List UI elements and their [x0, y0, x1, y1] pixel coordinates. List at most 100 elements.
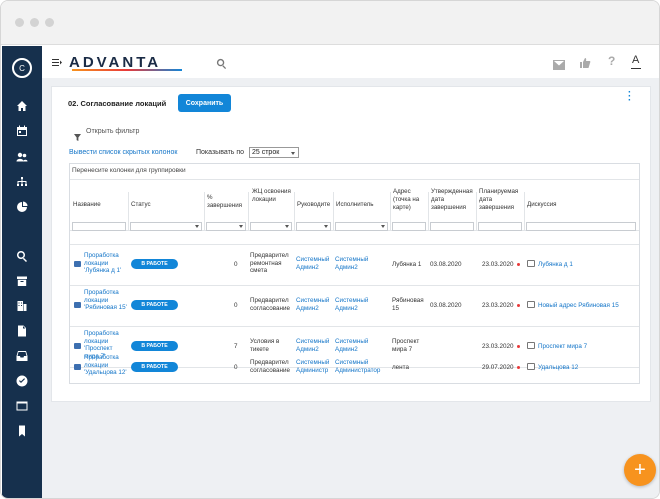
status-badge[interactable]: В РАБОТЕ: [131, 362, 178, 372]
rows-per-page-select[interactable]: 25 строк: [249, 147, 299, 158]
check-circle-icon[interactable]: [14, 373, 30, 389]
show-by-label: Показывать по: [196, 149, 245, 156]
calendar-icon[interactable]: [14, 123, 30, 139]
filter-select-percent[interactable]: [206, 222, 246, 231]
column-header-address[interactable]: Адрес (точка на карте): [393, 188, 429, 212]
table-row[interactable]: Проработка локации 'Удальцова 12' В РАБО…: [70, 354, 639, 384]
search-icon[interactable]: [216, 56, 228, 69]
filter-select-executor[interactable]: [335, 222, 388, 231]
task-icon: [74, 261, 81, 267]
overdue-indicator: [517, 263, 520, 266]
column-header-planned-date[interactable]: Планируемая дата завершения: [479, 188, 525, 212]
column-header-percent[interactable]: % завершения: [207, 194, 243, 210]
org-chart-icon[interactable]: [14, 174, 30, 190]
status-badge[interactable]: В РАБОТЕ: [131, 259, 178, 269]
column-header-status[interactable]: Статус: [131, 201, 151, 209]
chevron-down-icon: [239, 225, 243, 228]
filter-icon[interactable]: [74, 128, 82, 141]
executor-link[interactable]: Системный Админ2: [335, 338, 390, 353]
window-dot[interactable]: [45, 18, 54, 27]
column-header-name[interactable]: Название: [73, 201, 101, 209]
filter-input-approved[interactable]: [430, 222, 474, 231]
column-separator: [476, 192, 477, 230]
column-header-executor[interactable]: Исполнитель: [336, 201, 374, 209]
overdue-indicator: [517, 304, 520, 307]
manager-link[interactable]: Системный Админ2: [296, 338, 333, 353]
percent-value: 0: [234, 302, 238, 309]
lifecycle-value: Предварител ремонтная смета: [250, 252, 289, 274]
filter-input-name[interactable]: [72, 222, 126, 231]
status-badge[interactable]: В РАБОТЕ: [131, 341, 178, 351]
column-header-approved-date[interactable]: Утвержденная дата завершения: [431, 188, 477, 212]
filter-select-manager[interactable]: [296, 222, 331, 231]
table-row[interactable]: Проработка локации 'Рябиновая 15' В РАБО…: [70, 286, 639, 326]
executor-link[interactable]: Системный Админ2: [335, 297, 390, 312]
page-title: 02. Согласование локаций: [68, 99, 167, 108]
mail-icon[interactable]: [553, 57, 565, 70]
more-menu-icon[interactable]: · · ·: [628, 88, 631, 106]
building-icon[interactable]: [14, 298, 30, 314]
chevron-down-icon: [285, 225, 289, 228]
task-name-link[interactable]: Проработка локации 'Удальцова 12': [84, 354, 128, 377]
filter-input-address[interactable]: [392, 222, 426, 231]
filter-select-status[interactable]: [130, 222, 202, 231]
column-header-manager[interactable]: Руководите: [297, 201, 335, 209]
manager-link[interactable]: Системный Админ2: [296, 256, 333, 271]
thumbs-up-icon[interactable]: [579, 56, 591, 68]
discussion-link[interactable]: Лубянка д 1: [538, 261, 573, 269]
app-window: C ADVANTA ? A 02. Согласование локаций С…: [0, 0, 660, 499]
manager-link[interactable]: Системный Админ2: [296, 297, 333, 312]
search-icon[interactable]: [14, 248, 30, 264]
executor-link[interactable]: Системный Администратор: [335, 359, 390, 375]
hidden-columns-link[interactable]: Вывести список скрытых колонок: [69, 149, 177, 156]
inbox-icon[interactable]: [14, 348, 30, 364]
column-header-lifecycle[interactable]: ЖЦ освоения локации: [252, 188, 292, 204]
menu-icon[interactable]: [51, 55, 63, 67]
filter-input-planned[interactable]: [478, 222, 522, 231]
pie-chart-icon[interactable]: [14, 199, 30, 215]
column-separator: [248, 192, 249, 230]
filter-toggle[interactable]: Открыть фильтр: [86, 128, 139, 135]
user-icon[interactable]: A: [632, 54, 639, 66]
task-icon: [74, 364, 81, 370]
window-dot[interactable]: [30, 18, 39, 27]
status-badge[interactable]: В РАБОТЕ: [131, 300, 178, 310]
document-icon[interactable]: [14, 323, 30, 339]
task-name-link[interactable]: Проработка локации 'Рябиновая 15': [84, 289, 128, 312]
group-drop-zone[interactable]: Перенесите колонки для группировки: [72, 167, 186, 174]
user-underline: [631, 68, 641, 69]
window-icon[interactable]: [14, 398, 30, 414]
lifecycle-value: Предварител согласование: [250, 359, 291, 374]
add-button[interactable]: +: [624, 454, 656, 486]
table-row[interactable]: Проработка локации 'Лубянка д 1' В РАБОТ…: [70, 245, 639, 285]
sidebar: C: [2, 46, 42, 498]
discussion-link[interactable]: Удальцова 12: [538, 364, 578, 372]
content-card: 02. Согласование локаций Сохранить · · · О…: [51, 86, 651, 402]
archive-icon[interactable]: [14, 273, 30, 289]
executor-link[interactable]: Системный Админ2: [335, 256, 390, 271]
lifecycle-value: Условия в тикете: [250, 338, 280, 353]
task-name-link[interactable]: Проработка локации 'Лубянка д 1': [84, 252, 128, 275]
planned-date: 29.07.2020: [482, 364, 514, 371]
data-grid: Перенесите колонки для группировки Назва…: [69, 163, 640, 384]
chevron-down-icon: [291, 152, 295, 155]
manager-link[interactable]: Системный Администр: [296, 359, 333, 375]
discussion-icon: [527, 301, 535, 308]
users-icon[interactable]: [14, 149, 30, 165]
overdue-indicator: [517, 345, 520, 348]
discussion-link[interactable]: Новый адрес Рябиновая 15: [538, 302, 619, 310]
percent-value: 0: [234, 364, 238, 371]
home-icon[interactable]: [14, 98, 30, 114]
avatar[interactable]: C: [12, 58, 32, 78]
window-dot[interactable]: [15, 18, 24, 27]
window-chrome: [1, 1, 659, 45]
discussion-link[interactable]: Проспект мира 7: [538, 343, 587, 351]
column-header-discussion[interactable]: Дискуссия: [527, 201, 557, 209]
help-icon[interactable]: ?: [608, 54, 615, 68]
filter-input-discussion[interactable]: [526, 222, 636, 231]
chevron-down-icon: [381, 225, 385, 228]
filter-select-lifecycle[interactable]: [250, 222, 292, 231]
save-button[interactable]: Сохранить: [178, 94, 231, 112]
task-icon: [74, 302, 81, 308]
bookmark-icon[interactable]: [14, 423, 30, 439]
